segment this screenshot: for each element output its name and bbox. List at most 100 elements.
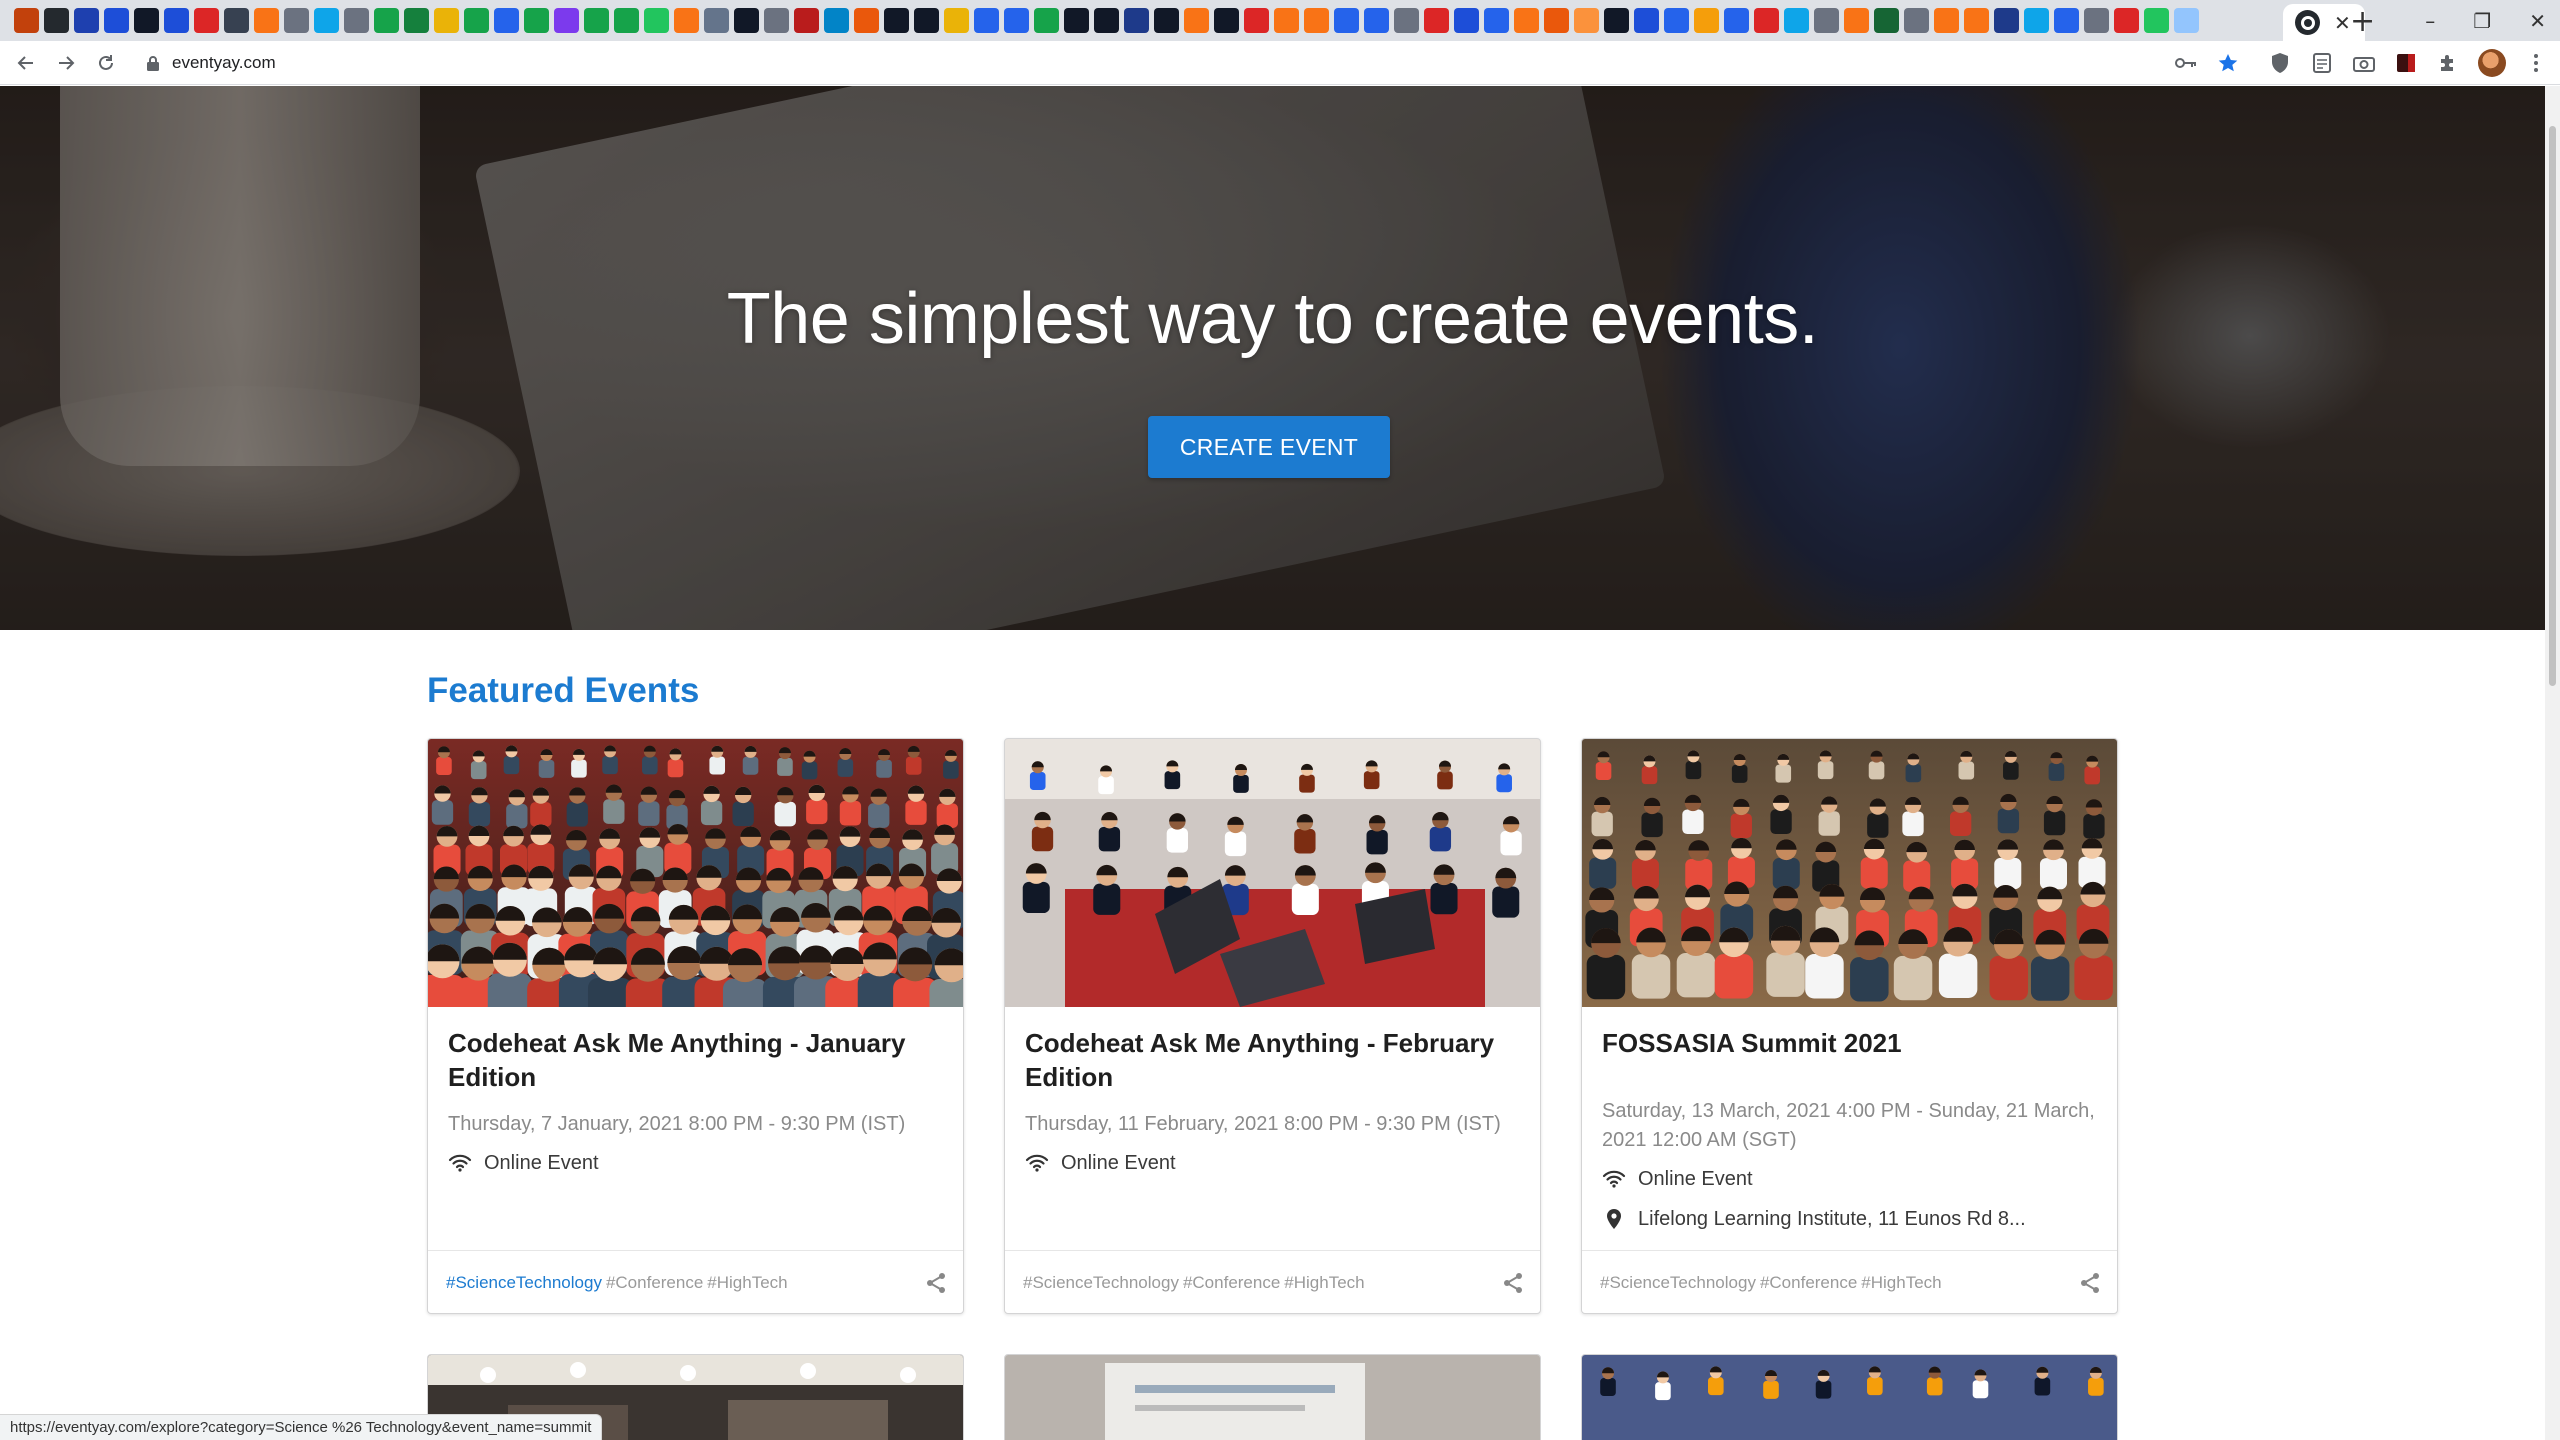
bookmark-star-icon[interactable] [2216,51,2240,75]
pinned-tab-favicon-icon[interactable] [74,8,99,33]
event-image[interactable] [1005,1355,1541,1440]
pinned-tab-favicon-icon[interactable] [1334,8,1359,33]
camera-extension-icon[interactable] [2352,51,2376,75]
pinned-tab-favicon-icon[interactable] [1754,8,1779,33]
tag-conference[interactable]: #Conference [1183,1273,1280,1293]
pinned-tab-favicon-icon[interactable] [1484,8,1509,33]
minimize-button[interactable]: – [2425,9,2435,33]
event-card[interactable]: Codeheat Ask Me Anything - January Editi… [427,738,964,1314]
pinned-tab-favicon-icon[interactable] [1574,8,1599,33]
pinned-tab-favicon-icon[interactable] [284,8,309,33]
pinned-tab-favicon-icon[interactable] [1964,8,1989,33]
pinned-tab-favicon-icon[interactable] [44,8,69,33]
scrollbar-thumb[interactable] [2549,126,2556,686]
pinned-tab-favicon-icon[interactable] [1814,8,1839,33]
pinned-tab-favicon-icon[interactable] [1124,8,1149,33]
event-card[interactable]: FOSSASIA Summit 2021 Saturday, 13 March,… [1581,738,2118,1314]
event-card[interactable] [1581,1354,2118,1440]
pinned-tab-favicon-icon[interactable] [794,8,819,33]
tag-hightech[interactable]: #HighTech [707,1273,787,1293]
event-image[interactable] [1005,739,1540,1007]
pinned-tab-favicon-icon[interactable] [824,8,849,33]
pinned-tab-favicon-icon[interactable] [104,8,129,33]
event-image[interactable] [1582,1355,2118,1440]
pinned-tab-favicon-icon[interactable] [404,8,429,33]
pinned-tab-favicon-icon[interactable] [1724,8,1749,33]
pinned-tab-favicon-icon[interactable] [1394,8,1419,33]
close-tab-button[interactable]: ✕ [2334,11,2351,35]
pinned-tab-favicon-icon[interactable] [224,8,249,33]
pinned-tab-favicon-icon[interactable] [1694,8,1719,33]
reload-button[interactable] [86,43,126,83]
event-title[interactable]: Codeheat Ask Me Anything - February Edit… [1025,1026,1522,1094]
pinned-tab-favicon-icon[interactable] [2174,8,2199,33]
pinned-tab-favicon-icon[interactable] [1214,8,1239,33]
event-image[interactable] [1582,739,2117,1007]
menu-kebab-icon[interactable] [2524,51,2548,75]
pinned-tab-favicon-icon[interactable] [1154,8,1179,33]
pinned-tab-favicon-icon[interactable] [884,8,909,33]
pinned-tab-favicon-icon[interactable] [644,8,669,33]
pinned-tab-favicon-icon[interactable] [674,8,699,33]
pinned-tab-favicon-icon[interactable] [584,8,609,33]
event-card[interactable] [1004,1354,1541,1440]
back-button[interactable] [6,43,46,83]
forward-button[interactable] [46,43,86,83]
pinned-tab-favicon-icon[interactable] [1784,8,1809,33]
pinned-tab-favicon-icon[interactable] [1514,8,1539,33]
share-icon[interactable] [1502,1272,1524,1294]
pinned-tab-favicon-icon[interactable] [1874,8,1899,33]
extensions-puzzle-icon[interactable] [2436,51,2460,75]
event-card[interactable]: Codeheat Ask Me Anything - February Edit… [1004,738,1541,1314]
pinned-tab-favicon-icon[interactable] [554,8,579,33]
pinned-tab-favicon-icon[interactable] [344,8,369,33]
pinned-tab-favicon-icon[interactable] [974,8,999,33]
tag-sciencetechnology[interactable]: #ScienceTechnology [446,1273,602,1293]
share-icon[interactable] [925,1272,947,1294]
tag-hightech[interactable]: #HighTech [1284,1273,1364,1293]
pinned-tab-favicon-icon[interactable] [734,8,759,33]
pinned-tab-favicon-icon[interactable] [854,8,879,33]
pinned-tab-favicon-icon[interactable] [1844,8,1869,33]
pinned-tab-favicon-icon[interactable] [464,8,489,33]
pinned-tab-favicon-icon[interactable] [764,8,789,33]
pinned-tab-favicon-icon[interactable] [1364,8,1389,33]
restore-button[interactable]: ❐ [2473,9,2491,33]
pinned-tab-favicon-icon[interactable] [524,8,549,33]
pinned-tab-favicon-icon[interactable] [1934,8,1959,33]
pinned-tab-favicon-icon[interactable] [614,8,639,33]
pinned-tab-favicon-icon[interactable] [1094,8,1119,33]
event-title[interactable]: Codeheat Ask Me Anything - January Editi… [448,1026,945,1094]
event-image[interactable] [428,739,963,1007]
pinned-tab-favicon-icon[interactable] [1184,8,1209,33]
new-tab-button[interactable]: + [2350,4,2375,39]
notes-extension-icon[interactable] [2310,51,2334,75]
pinned-tab-favicon-icon[interactable] [14,8,39,33]
pinned-tab-favicon-icon[interactable] [2024,8,2049,33]
pinned-tab-favicon-icon[interactable] [1004,8,1029,33]
profile-avatar[interactable] [2478,49,2506,77]
pinned-tab-favicon-icon[interactable] [2054,8,2079,33]
pinned-tab-favicon-icon[interactable] [314,8,339,33]
pinned-tab-favicon-icon[interactable] [1454,8,1479,33]
pinned-tab-favicon-icon[interactable] [194,8,219,33]
pinned-tab-favicon-icon[interactable] [1904,8,1929,33]
dark-extension-icon[interactable] [2394,51,2418,75]
pinned-tab-favicon-icon[interactable] [1034,8,1059,33]
tag-conference[interactable]: #Conference [606,1273,703,1293]
key-icon[interactable] [2174,51,2198,75]
event-title[interactable]: FOSSASIA Summit 2021 [1602,1026,2099,1060]
pinned-tab-favicon-icon[interactable] [2084,8,2109,33]
tag-conference[interactable]: #Conference [1760,1273,1857,1293]
close-window-button[interactable]: ✕ [2529,9,2546,33]
pinned-tab-favicon-icon[interactable] [914,8,939,33]
pinned-tab-favicon-icon[interactable] [1244,8,1269,33]
pinned-tab-favicon-icon[interactable] [1664,8,1689,33]
pinned-tab-favicon-icon[interactable] [434,8,459,33]
pinned-tab-favicon-icon[interactable] [1604,8,1629,33]
pinned-tab-favicon-icon[interactable] [494,8,519,33]
pinned-tab-favicon-icon[interactable] [134,8,159,33]
pinned-tab-favicon-icon[interactable] [1544,8,1569,33]
share-icon[interactable] [2079,1272,2101,1294]
pinned-tab-favicon-icon[interactable] [1064,8,1089,33]
